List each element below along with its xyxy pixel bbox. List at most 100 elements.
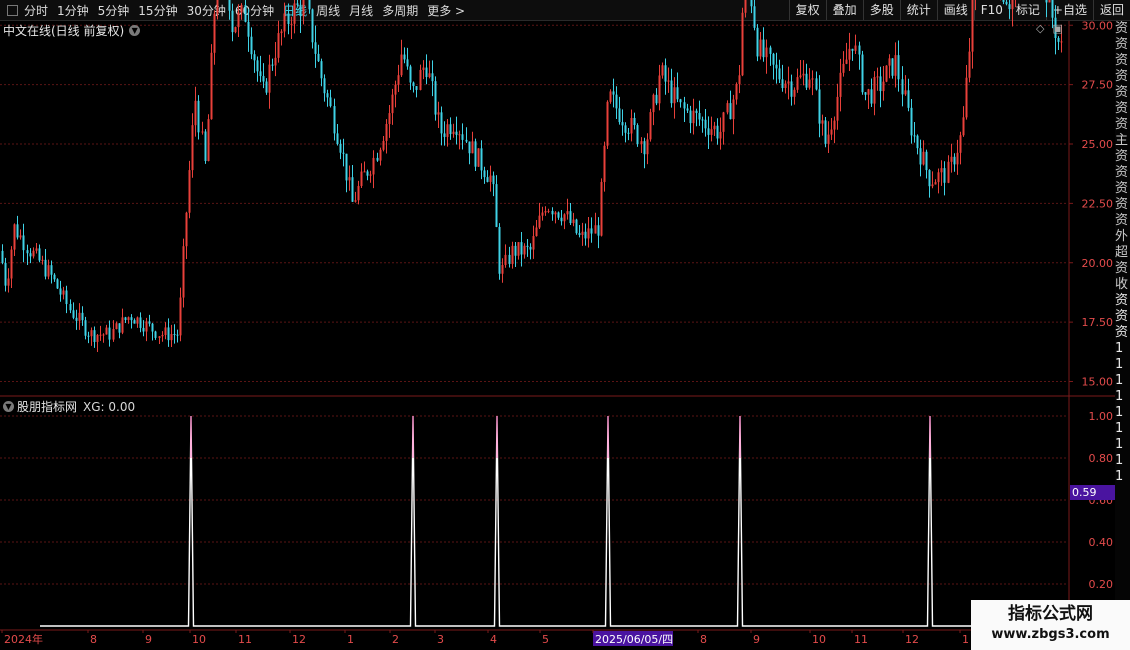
candle-body	[376, 157, 379, 161]
candle-body	[916, 135, 919, 149]
candle-body	[827, 134, 830, 144]
x-tick-label: 8	[90, 633, 97, 646]
chevron-down-icon[interactable]: ▼	[3, 401, 14, 412]
candle-body	[244, 5, 247, 22]
x-axis: 2024年 8 9 10 11 12 1 2 3 4 5 2025/06/05/四 8 9 10 11 12 1	[1, 630, 969, 646]
candle-body	[633, 118, 636, 126]
y-tick-label: 27.50	[1082, 79, 1114, 92]
xg-value: XG: 0.00	[83, 399, 136, 414]
candlestick-series	[1, 0, 1063, 352]
candle-body	[738, 75, 741, 84]
kline-chart[interactable]: 40.0037.5035.0032.5030.0027.5025.0022.50…	[0, 0, 1130, 650]
sidebar-char: 资	[1115, 165, 1129, 180]
candle-body	[965, 77, 968, 118]
sidebar-char: 1	[1115, 453, 1124, 468]
candle-body	[741, 12, 744, 76]
candle-body	[41, 259, 44, 261]
sidebar-char: 资	[1115, 69, 1129, 84]
candle-body	[247, 21, 250, 37]
candle-body	[323, 78, 326, 94]
candle-body	[551, 210, 554, 215]
candle-body	[139, 317, 142, 328]
x-tick-label: 9	[145, 633, 152, 646]
candle-body	[425, 67, 428, 78]
candle-body	[382, 140, 385, 150]
candle-body	[597, 225, 600, 236]
candle-body	[121, 317, 124, 333]
x-tick-label: 3	[437, 633, 444, 646]
candle-body	[793, 89, 796, 97]
x-tick-label: 10	[192, 633, 206, 646]
candle-body	[118, 323, 121, 333]
candle-body	[293, 3, 296, 24]
candle-body	[65, 290, 68, 305]
candle-body	[145, 321, 148, 332]
candle-body	[689, 110, 692, 124]
chevron-down-icon[interactable]: ▼	[129, 25, 141, 36]
candle-body	[511, 245, 514, 264]
candle-body	[277, 33, 280, 58]
candle-body	[612, 91, 615, 95]
candle-body	[440, 112, 443, 134]
candle-body	[72, 310, 75, 318]
window-icon[interactable]: ▣	[1052, 22, 1062, 35]
candle-body	[640, 141, 643, 145]
x-tick-label: 11	[854, 633, 868, 646]
candle-body	[759, 39, 762, 57]
x-tick-label: 12	[292, 633, 306, 646]
candle-body	[388, 113, 391, 124]
candle-body	[769, 47, 772, 54]
candle-body	[10, 249, 13, 279]
candle-body	[480, 148, 483, 171]
sidebar-char: 资	[1115, 85, 1129, 100]
candle-body	[940, 168, 943, 173]
candle-body	[471, 141, 474, 154]
candle-body	[477, 148, 480, 167]
candle-body	[934, 182, 937, 185]
candle-body	[449, 124, 452, 135]
candle-body	[784, 83, 787, 89]
candle-body	[833, 120, 836, 130]
candle-body	[422, 67, 425, 70]
candle-body	[858, 45, 861, 55]
candle-body	[13, 224, 16, 250]
candle-body	[630, 118, 633, 134]
sidebar-char: 1	[1115, 421, 1124, 436]
y-tick-label: 20.00	[1082, 257, 1114, 270]
candle-body	[167, 327, 170, 341]
candle-body	[943, 168, 946, 183]
candle-body	[250, 36, 253, 55]
candle-body	[842, 63, 845, 73]
candle-body	[698, 113, 701, 120]
candle-body	[185, 212, 188, 247]
candle-body	[207, 119, 210, 161]
candle-body	[419, 69, 422, 90]
candle-body	[587, 228, 590, 239]
sidebar-char: 资	[1115, 309, 1129, 324]
candle-body	[16, 224, 19, 238]
candle-body	[848, 48, 851, 60]
right-info-sidebar: 资资资资资资资主资资资资资外超资收资资资111111111	[1115, 21, 1130, 631]
candle-body	[538, 215, 541, 228]
candle-body	[486, 177, 489, 182]
candle-body	[683, 102, 686, 109]
candle-body	[38, 248, 41, 261]
candle-body	[756, 27, 759, 57]
candle-body	[547, 210, 550, 212]
candle-body	[845, 59, 848, 64]
candle-body	[636, 125, 639, 145]
sidebar-char: 资	[1115, 197, 1129, 212]
candle-body	[62, 290, 65, 295]
candle-body	[649, 112, 652, 140]
candle-body	[894, 55, 897, 76]
candle-body	[508, 254, 511, 264]
diamond-icon[interactable]: ◇	[1036, 22, 1044, 35]
candle-body	[231, 10, 234, 33]
candle-body	[483, 170, 486, 178]
sidebar-char: 1	[1115, 469, 1124, 484]
candle-body	[1048, 0, 1051, 3]
sidebar-char: 1	[1115, 373, 1124, 388]
candle-body	[1005, 1, 1008, 5]
candle-body	[201, 131, 204, 133]
candle-body	[609, 91, 612, 102]
